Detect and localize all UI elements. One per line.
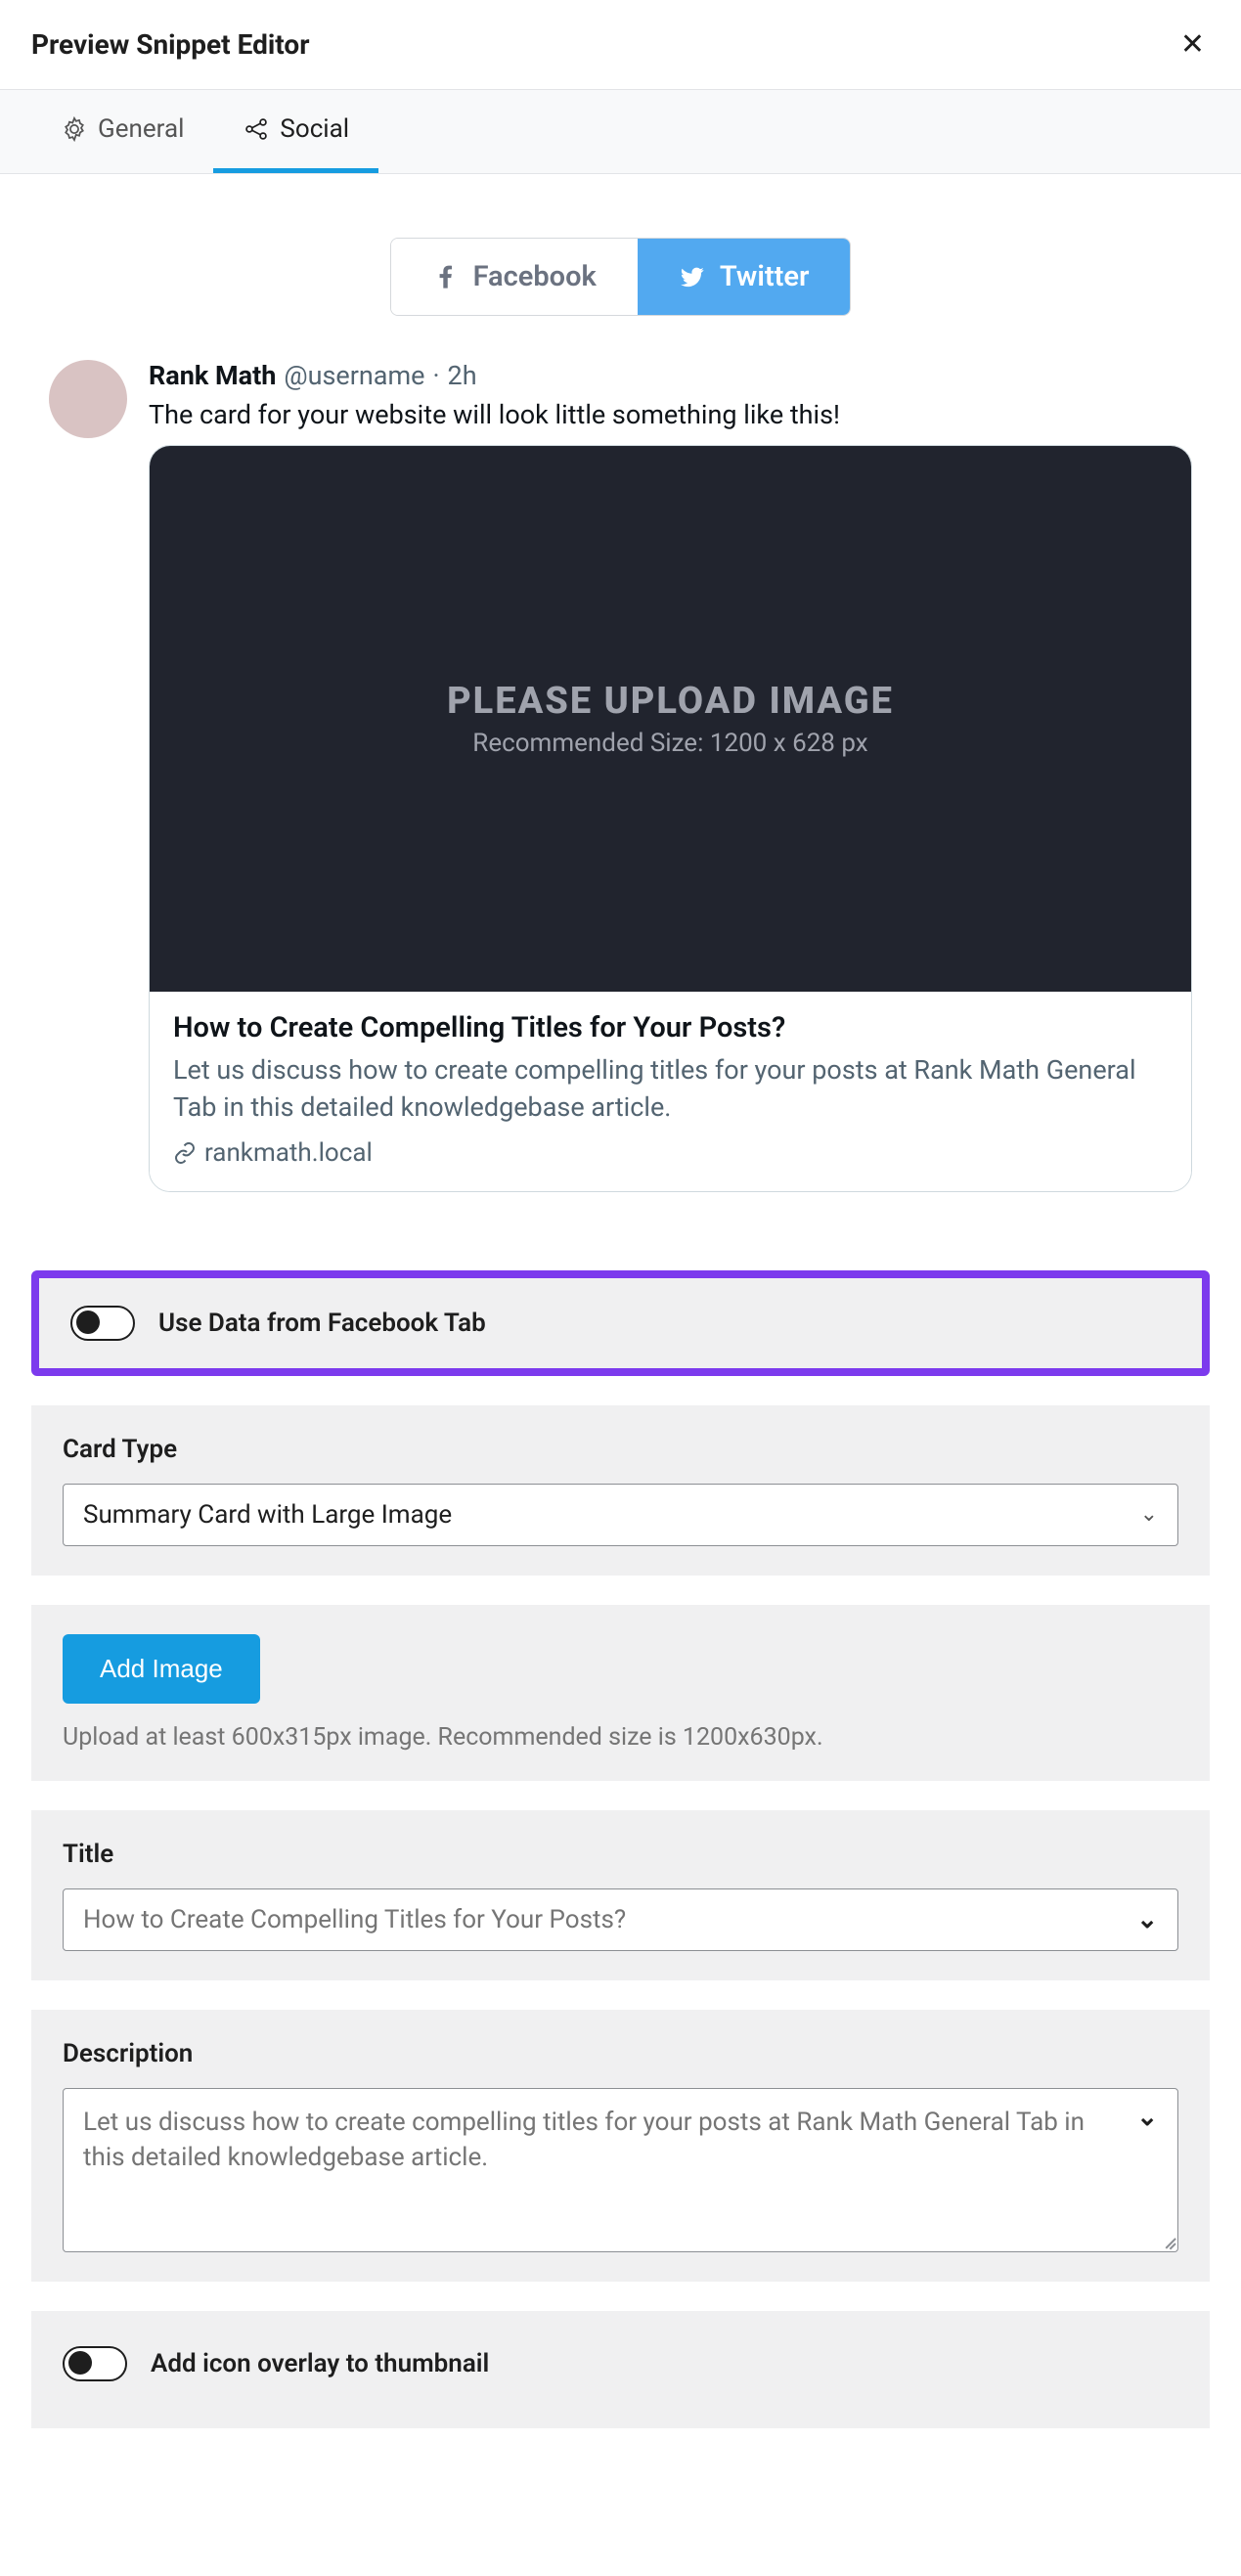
- chevron-down-icon: ⌄: [1140, 1502, 1158, 1527]
- tweet-author-handle: @username: [284, 360, 424, 391]
- tweet-card-title: How to Create Compelling Titles for Your…: [173, 1011, 1168, 1044]
- overlay-section: Add icon overlay to thumbnail: [31, 2311, 1210, 2428]
- add-image-help: Upload at least 600x315px image. Recomme…: [63, 1723, 1178, 1752]
- tweet-card: PLEASE UPLOAD IMAGE Recommended Size: 12…: [149, 445, 1192, 1192]
- tweet-timestamp: 2h: [448, 360, 477, 391]
- tab-twitter-label: Twitter: [720, 260, 810, 293]
- tab-social[interactable]: Social: [213, 90, 378, 173]
- tab-facebook-label: Facebook: [473, 260, 597, 293]
- tab-general[interactable]: General: [31, 90, 213, 173]
- tweet-preview: Rank Math @username · 2h The card for yo…: [49, 360, 1192, 1192]
- tweet-card-domain: rankmath.local: [204, 1138, 373, 1168]
- use-facebook-label: Use Data from Facebook Tab: [158, 1309, 486, 1338]
- facebook-icon: [432, 263, 460, 290]
- gear-icon: [61, 115, 88, 143]
- link-icon: [173, 1141, 197, 1165]
- card-type-section: Card Type Summary Card with Large Image …: [31, 1405, 1210, 1576]
- share-icon: [243, 115, 270, 143]
- close-icon[interactable]: ✕: [1175, 27, 1210, 62]
- description-section: Description ⌄: [31, 2010, 1210, 2282]
- tweet-card-image-placeholder: PLEASE UPLOAD IMAGE Recommended Size: 12…: [150, 446, 1191, 992]
- header: Preview Snippet Editor ✕: [0, 0, 1241, 90]
- tab-social-label: Social: [280, 114, 349, 144]
- title-label: Title: [63, 1840, 1178, 1869]
- image-section: Add Image Upload at least 600x315px imag…: [31, 1605, 1210, 1781]
- avatar: [49, 360, 127, 438]
- tab-facebook[interactable]: Facebook: [391, 239, 638, 315]
- upload-placeholder-line1: PLEASE UPLOAD IMAGE: [447, 680, 894, 723]
- card-type-select[interactable]: Summary Card with Large Image ⌄: [63, 1484, 1178, 1546]
- tweet-separator: ·: [432, 360, 439, 391]
- description-textarea-wrap: ⌄: [63, 2088, 1178, 2252]
- resize-handle-icon[interactable]: [1160, 2234, 1175, 2249]
- upload-placeholder-line2: Recommended Size: 1200 x 628 px: [472, 729, 867, 758]
- add-image-button[interactable]: Add Image: [63, 1634, 260, 1704]
- tweet-header: Rank Math @username · 2h: [149, 360, 1192, 391]
- use-facebook-data-section: Use Data from Facebook Tab: [31, 1270, 1210, 1376]
- description-variables-dropdown[interactable]: ⌄: [1136, 2103, 1158, 2132]
- description-label: Description: [63, 2039, 1178, 2068]
- title-input-wrap: ⌄: [63, 1888, 1178, 1951]
- tab-twitter[interactable]: Twitter: [638, 239, 851, 315]
- tweet-card-description: Let us discuss how to create compelling …: [173, 1052, 1168, 1127]
- tweet-card-link: rankmath.local: [173, 1138, 1168, 1168]
- tweet-text: The card for your website will look litt…: [149, 399, 1192, 430]
- overlay-toggle[interactable]: [63, 2346, 127, 2381]
- overlay-label: Add icon overlay to thumbnail: [151, 2349, 489, 2378]
- tweet-author-name: Rank Math: [149, 360, 276, 391]
- use-facebook-toggle[interactable]: [70, 1306, 135, 1341]
- card-type-label: Card Type: [63, 1435, 1178, 1464]
- description-textarea[interactable]: [83, 2105, 1109, 2232]
- title-section: Title ⌄: [31, 1810, 1210, 1980]
- page-title: Preview Snippet Editor: [31, 28, 309, 61]
- title-variables-dropdown[interactable]: ⌄: [1136, 1905, 1158, 1934]
- main-tabs: General Social: [0, 90, 1241, 174]
- title-input[interactable]: [83, 1905, 1127, 1934]
- twitter-icon: [679, 263, 706, 290]
- social-tab-switch: Facebook Twitter: [0, 238, 1241, 316]
- tab-general-label: General: [98, 114, 184, 144]
- card-type-value: Summary Card with Large Image: [83, 1500, 452, 1530]
